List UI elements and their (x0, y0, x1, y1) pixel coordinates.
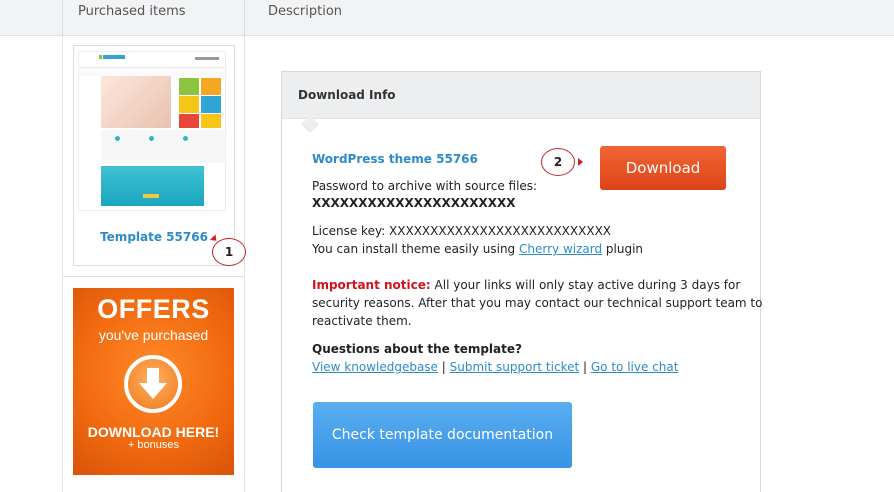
knowledgebase-link[interactable]: View knowledgebase (312, 360, 438, 374)
offers-promo-banner[interactable]: OFFERS you've purchased DOWNLOAD HERE! +… (73, 288, 234, 475)
template-thumbnail[interactable] (78, 51, 226, 211)
thumbnail-feature-icon (183, 136, 188, 141)
thumbnail-banner (101, 166, 204, 206)
notice-line-2: security reasons. After that you may con… (312, 296, 763, 310)
thumbnail-feature-icon (149, 136, 154, 141)
questions-label: Questions about the template? (312, 342, 522, 356)
check-documentation-button[interactable]: Check template documentation (313, 402, 572, 468)
thumbnail-hero-image (101, 76, 171, 128)
link-separator: | (441, 360, 446, 374)
promo-bonus: + bonuses (127, 439, 180, 451)
download-info-panel: Download Info WordPress theme 55766 Pass… (281, 71, 763, 492)
notice-line-1: Important notice: All your links will on… (312, 278, 740, 292)
live-chat-link[interactable]: Go to live chat (591, 360, 679, 374)
notice-text-1: All your links will only stay active dur… (434, 278, 741, 292)
promo-title: OFFERS (97, 294, 210, 324)
license-key: License key: XXXXXXXXXXXXXXXXXXXXXXXXXXX (312, 224, 612, 238)
important-notice-label: Important notice: (312, 278, 431, 292)
thumbnail-feature-icon (115, 136, 120, 141)
thumbnail-logo (103, 55, 125, 59)
cherry-wizard-link[interactable]: Cherry wizard (519, 242, 602, 256)
thumbnail-nav (79, 68, 225, 76)
notice-line-3: reactivate them. (312, 314, 412, 328)
theme-name: WordPress theme 55766 (312, 152, 478, 166)
install-suffix: plugin (605, 242, 644, 256)
support-links: View knowledgebase | Submit support tick… (312, 360, 678, 374)
install-hint: You can install theme easily using Cherr… (312, 242, 643, 256)
thumbnail-tile (179, 78, 199, 95)
password-label: Password to archive with source files: (312, 179, 538, 193)
step-marker-2: 2 (541, 148, 575, 176)
download-arrow-icon (124, 355, 182, 413)
thumbnail-tile (179, 96, 199, 113)
panel-notch (301, 115, 319, 133)
description-label: Description (268, 4, 343, 19)
thumbnail-logo-icon (99, 55, 102, 59)
template-card[interactable]: Template 55766 (73, 45, 235, 266)
thumbnail-tile (201, 78, 221, 95)
download-button[interactable]: Download (600, 146, 726, 190)
pointer-arrow-icon (578, 158, 583, 166)
thumbnail-features (101, 130, 225, 163)
divider (62, 276, 245, 277)
purchased-items-label: Purchased items (78, 4, 186, 19)
table-header: Purchased items Description (0, 0, 894, 36)
password-value: XXXXXXXXXXXXXXXXXXXXXX (312, 196, 516, 210)
link-separator: | (583, 360, 588, 374)
template-title-link[interactable]: Template 55766 (74, 230, 234, 244)
promo-subtitle: you've purchased (98, 327, 209, 343)
panel-header: Download Info (282, 72, 760, 133)
step-marker-1: 1 (212, 238, 246, 266)
promo-cta: DOWNLOAD HERE! (87, 424, 220, 440)
thumbnail-tile (201, 114, 221, 128)
thumbnail-tile (201, 96, 221, 113)
purchased-items-column-header: Purchased items (62, 0, 245, 36)
thumbnail-banner-button (143, 194, 159, 198)
panel-title: Download Info (298, 88, 396, 102)
thumbnail-phone (195, 57, 219, 60)
install-prefix: You can install theme easily using (312, 242, 516, 256)
support-ticket-link[interactable]: Submit support ticket (450, 360, 580, 374)
thumbnail-tile (179, 114, 199, 128)
